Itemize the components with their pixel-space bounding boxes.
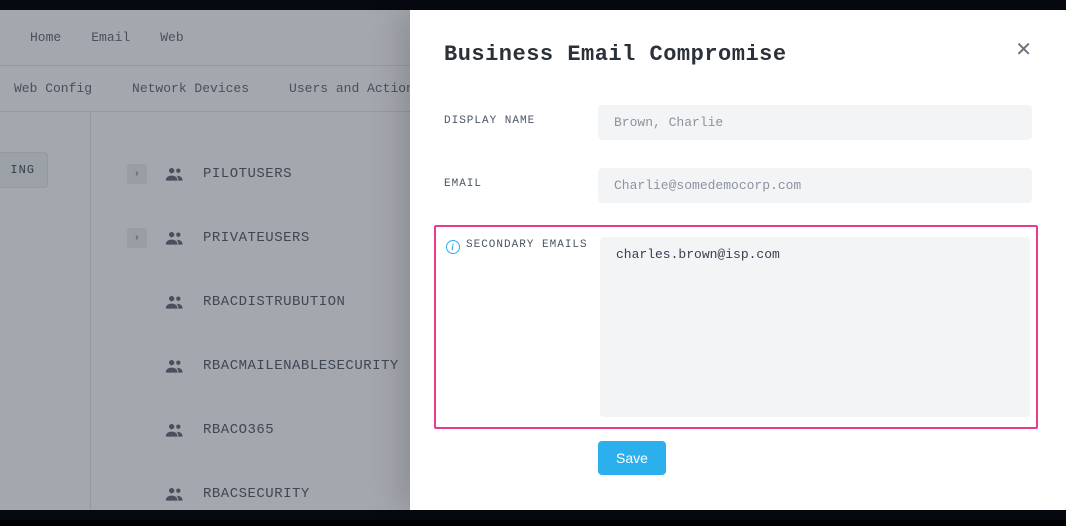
- email-label: EMAIL: [444, 168, 598, 190]
- secondary-emails-input[interactable]: [600, 237, 1030, 417]
- display-name-input[interactable]: [598, 105, 1032, 140]
- info-icon: i: [446, 240, 460, 254]
- secondary-emails-highlight: i SECONDARY EMAILS: [434, 225, 1038, 429]
- display-name-label: DISPLAY NAME: [444, 105, 598, 127]
- close-icon[interactable]: ✕: [1015, 42, 1032, 62]
- email-input[interactable]: [598, 168, 1032, 203]
- secondary-emails-label: i SECONDARY EMAILS: [446, 237, 600, 254]
- modal-title: Business Email Compromise: [444, 42, 787, 67]
- bec-modal: Business Email Compromise ✕ DISPLAY NAME…: [410, 10, 1066, 510]
- save-button[interactable]: Save: [598, 441, 666, 475]
